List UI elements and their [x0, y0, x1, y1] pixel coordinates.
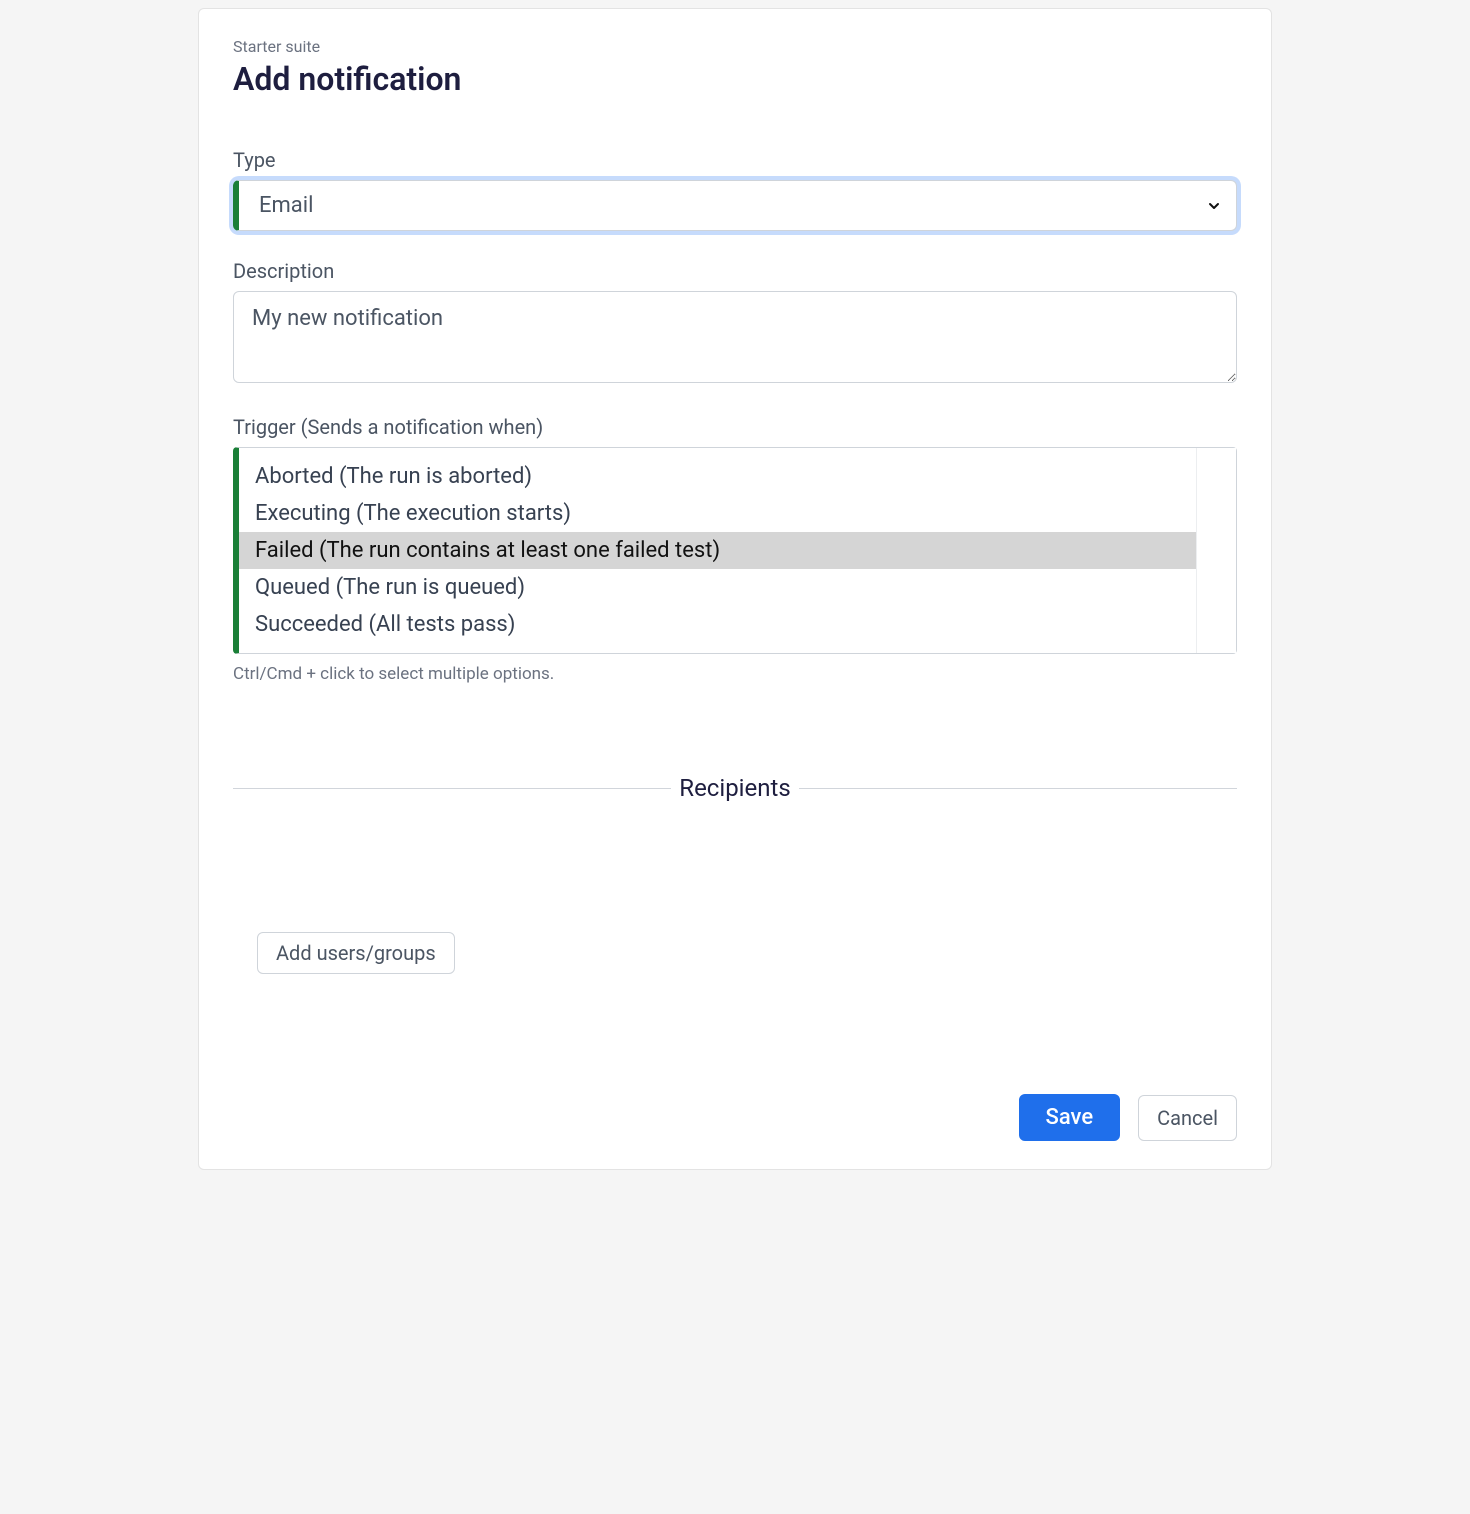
breadcrumb: Starter suite: [233, 37, 1237, 56]
trigger-field-group: Trigger (Sends a notification when) Abor…: [233, 415, 1237, 684]
type-select[interactable]: Email: [239, 181, 1236, 230]
recipients-actions: Add users/groups: [257, 932, 1237, 974]
description-input[interactable]: [233, 291, 1237, 383]
description-field-group: Description: [233, 259, 1237, 387]
type-select-wrapper[interactable]: Email: [233, 180, 1237, 231]
recipients-section-title: Recipients: [671, 774, 798, 802]
trigger-option-failed[interactable]: Failed (The run contains at least one fa…: [239, 532, 1196, 569]
divider-line-left: [233, 788, 671, 789]
trigger-option-succeeded[interactable]: Succeeded (All tests pass): [239, 606, 1196, 643]
type-label: Type: [233, 148, 1237, 172]
divider-line-right: [799, 788, 1237, 789]
trigger-multiselect[interactable]: Aborted (The run is aborted) Executing (…: [233, 447, 1237, 654]
trigger-options-list: Aborted (The run is aborted) Executing (…: [239, 448, 1196, 653]
add-users-groups-button[interactable]: Add users/groups: [257, 932, 455, 974]
trigger-label: Trigger (Sends a notification when): [233, 415, 1237, 439]
description-label: Description: [233, 259, 1237, 283]
type-field-group: Type Email: [233, 148, 1237, 231]
page-title: Add notification: [233, 60, 1237, 98]
trigger-option-executing[interactable]: Executing (The execution starts): [239, 495, 1196, 532]
footer-actions: Save Cancel: [233, 1094, 1237, 1141]
recipients-section-divider: Recipients: [233, 774, 1237, 802]
trigger-option-aborted[interactable]: Aborted (The run is aborted): [239, 458, 1196, 495]
trigger-help-text: Ctrl/Cmd + click to select multiple opti…: [233, 664, 1237, 684]
trigger-scrollbar[interactable]: [1196, 448, 1236, 653]
save-button[interactable]: Save: [1019, 1094, 1121, 1141]
trigger-option-queued[interactable]: Queued (The run is queued): [239, 569, 1196, 606]
cancel-button[interactable]: Cancel: [1138, 1095, 1237, 1141]
add-notification-card: Starter suite Add notification Type Emai…: [198, 8, 1272, 1170]
